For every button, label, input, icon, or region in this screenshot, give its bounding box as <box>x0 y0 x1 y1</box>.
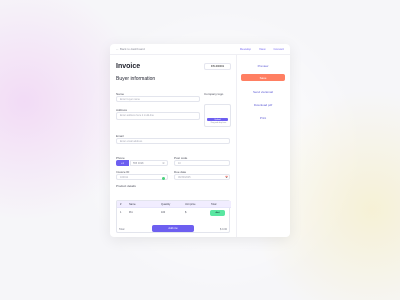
email-placeholder: Enter email address <box>120 140 143 144</box>
row-name[interactable]: Pro <box>129 211 133 214</box>
invoice-number-badge: INV-000001 <box>204 63 231 70</box>
table-header-name: Name <box>129 203 136 206</box>
sidebar-item-save[interactable]: Save <box>241 74 285 81</box>
address-input[interactable]: Enter address here it multi-line <box>116 112 200 120</box>
company-logo-upload-button[interactable]: Upload <box>207 118 228 121</box>
status-dot-icon <box>162 177 165 180</box>
invoice-card: ← Back to dashboard Develop View Convert… <box>110 44 290 237</box>
footer-right: $ 0.00 <box>220 228 227 231</box>
back-link[interactable]: ← Back to dashboard <box>116 47 145 51</box>
address-placeholder: Enter address here it multi-line <box>120 114 154 118</box>
main-form-area: Invoice INV-000001 Buyer information Nam… <box>116 56 231 236</box>
phone-input[interactable]: 555 0198 ☏ <box>130 160 168 166</box>
due-date-value: 06/30/2025 <box>178 176 191 180</box>
company-logo-label: Company logo <box>204 92 224 96</box>
company-logo-box[interactable]: Upload Drag and drop here <box>204 104 231 127</box>
email-input[interactable]: Enter email address <box>116 138 230 144</box>
right-sidebar: Preview Save Send via Email Download pdf… <box>241 62 285 182</box>
row-add-button[interactable]: Add <box>210 210 225 216</box>
sidebar-item-send-via-email[interactable]: Send via Email <box>241 88 285 95</box>
invoice-id-input[interactable]: 100011 <box>116 174 168 180</box>
calendar-icon: 📅 <box>225 176 229 180</box>
content-divider <box>236 54 237 237</box>
top-bar: ← Back to dashboard Develop View Convert <box>110 44 290 55</box>
sidebar-item-preview[interactable]: Preview <box>241 62 285 69</box>
company-logo-hint: Drag and drop here <box>210 122 227 124</box>
product-details-label: Product details <box>116 184 136 188</box>
buyer-information-title: Buyer information <box>116 76 156 82</box>
table-header-index: # <box>120 203 122 206</box>
top-action-view[interactable]: View <box>259 47 265 51</box>
sidebar-item-print[interactable]: Print <box>241 114 285 121</box>
due-date-input[interactable]: 06/30/2025 📅 <box>174 174 230 180</box>
sidebar-item-label: Send via Email <box>252 89 273 94</box>
phone-input-group: +1 555 0198 ☏ <box>116 160 168 166</box>
row-quantity[interactable]: 100 <box>161 211 165 214</box>
sidebar-item-label: Download pdf <box>253 102 273 107</box>
top-action-develop[interactable]: Develop <box>240 47 251 51</box>
top-actions: Develop View Convert <box>240 47 284 51</box>
row-unit-price[interactable]: $ <box>185 211 186 214</box>
sidebar-item-download-pdf[interactable]: Download pdf <box>241 101 285 108</box>
add-row-button[interactable]: Add row <box>152 225 194 232</box>
table-row: 1 Pro 100 $ Add <box>117 209 231 217</box>
sidebar-item-label: Save <box>259 75 267 80</box>
table-header-quantity: Quantity <box>161 203 171 206</box>
table-header-unit-price: Unit price <box>185 203 196 206</box>
table-header-total: Total <box>211 203 217 206</box>
footer-left: Total <box>119 228 125 231</box>
phone-icon: ☏ <box>161 162 165 166</box>
phone-value: 555 0198 <box>133 162 144 166</box>
product-table-header: # Name Quantity Unit price Total <box>117 201 231 208</box>
invoice-id-value: 100011 <box>120 176 129 180</box>
row-index: 1 <box>120 211 122 214</box>
top-action-convert[interactable]: Convert <box>273 47 284 51</box>
name-input[interactable]: Enter buyer name <box>116 96 200 102</box>
post-code-value: 10 <box>178 162 181 166</box>
post-code-input[interactable]: 10 <box>174 160 230 166</box>
phone-country-code[interactable]: +1 <box>116 160 129 166</box>
product-table: # Name Quantity Unit price Total 1 Pro 1… <box>116 200 231 233</box>
page-title: Invoice <box>116 63 141 70</box>
name-placeholder: Enter buyer name <box>120 98 140 102</box>
sidebar-item-label: Print <box>259 115 267 120</box>
sidebar-item-label: Preview <box>257 63 269 68</box>
